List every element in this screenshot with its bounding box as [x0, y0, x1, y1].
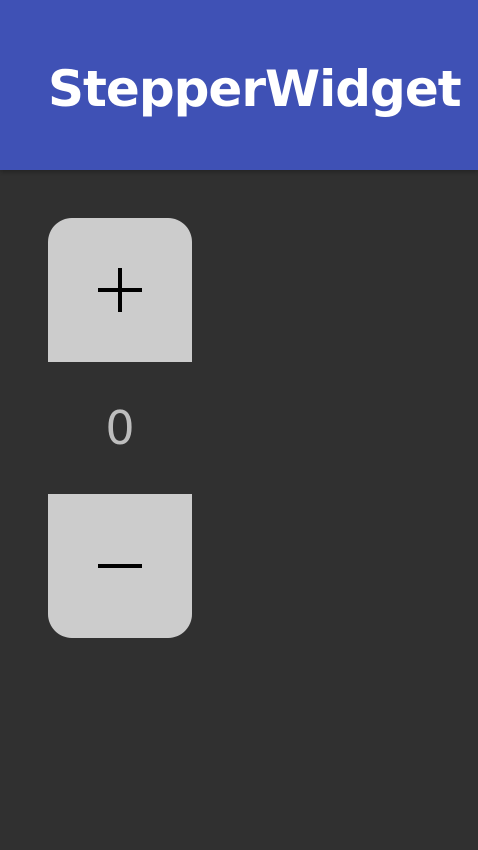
plus-icon: [98, 268, 142, 312]
app-bar: StepperWidget: [0, 0, 478, 170]
minus-icon: [98, 544, 142, 588]
stepper-value: 0: [105, 401, 135, 455]
app-bar-title: StepperWidget: [48, 60, 462, 118]
increment-button[interactable]: [48, 218, 192, 362]
app-screen: StepperWidget 0: [0, 0, 478, 850]
decrement-button[interactable]: [48, 494, 192, 638]
